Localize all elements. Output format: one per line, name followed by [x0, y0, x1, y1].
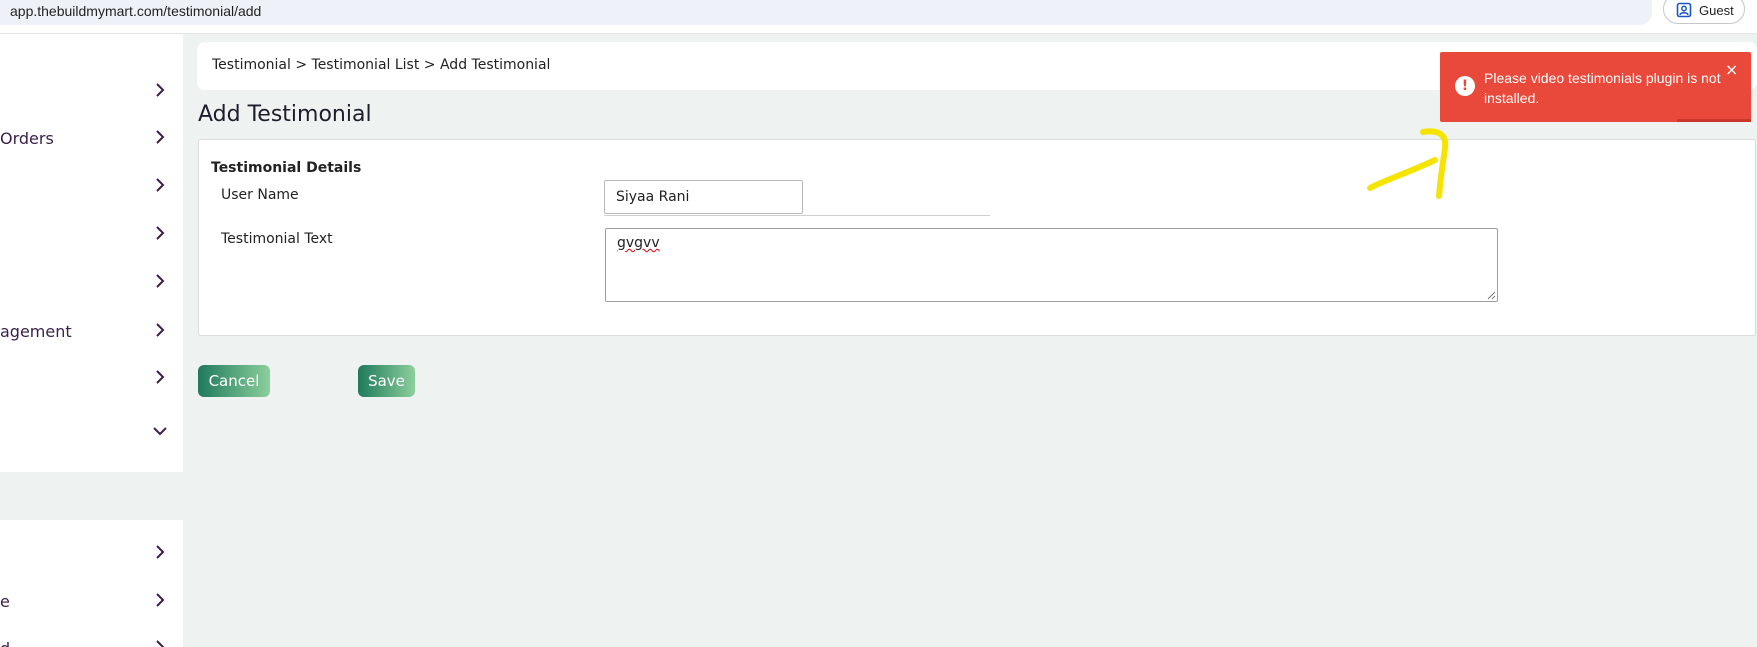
resize-grip-icon[interactable]	[1486, 290, 1496, 300]
chevron-right-icon	[156, 370, 165, 384]
main-content: Testimonial > Testimonial List > Add Tes…	[183, 34, 1757, 647]
sidebar-item-10[interactable]: e	[0, 581, 183, 621]
profile-icon	[1676, 2, 1692, 18]
chevron-right-icon	[156, 130, 165, 144]
sidebar-item-5[interactable]	[0, 262, 183, 302]
sidebar-item-label: e	[0, 592, 10, 611]
sidebar-item-4[interactable]	[0, 214, 183, 254]
testimonial-text-value: gvgvv	[617, 235, 660, 251]
testimonial-text-label: Testimonial Text	[221, 231, 333, 247]
profile-label: Guest	[1699, 3, 1734, 18]
testimonial-form: Testimonial Details User Name Testimonia…	[198, 139, 1756, 336]
url-text[interactable]: app.thebuildmymart.com/testimonial/add	[10, 3, 261, 19]
save-button[interactable]: Save	[358, 365, 415, 397]
sidebar-item-11[interactable]: d	[0, 628, 183, 647]
chevron-right-icon	[156, 545, 165, 559]
browser-toolbar: ⚟ app.thebuildmymart.com/testimonial/add…	[0, 0, 1757, 34]
toast-message: Please video testimonials plugin is not …	[1484, 70, 1721, 106]
error-toast: ! Please video testimonials plugin is no…	[1440, 52, 1751, 122]
page-title: Add Testimonial	[198, 102, 372, 127]
sidebar-item-label: agement	[0, 322, 72, 341]
sidebar-item-1[interactable]	[0, 71, 183, 111]
chevron-right-icon	[156, 274, 165, 288]
chevron-right-icon	[156, 178, 165, 192]
sidebar-item-orders[interactable]: Orders	[0, 118, 183, 158]
user-name-label: User Name	[221, 187, 299, 203]
sidebar-item-testimonial[interactable]	[0, 412, 183, 452]
sidebar-item-label: Orders	[0, 129, 54, 148]
chevron-right-icon	[156, 226, 165, 240]
sidebar: Orders agement e d	[0, 34, 183, 647]
sidebar-item-3[interactable]	[0, 166, 183, 206]
annotation-arrow-icon	[1367, 128, 1449, 199]
sidebar-item-management[interactable]: agement	[0, 311, 183, 351]
chevron-right-icon	[156, 593, 165, 607]
sidebar-active-item[interactable]	[0, 472, 183, 520]
section-title: Testimonial Details	[211, 160, 362, 176]
chevron-right-icon	[156, 640, 165, 647]
toast-progress-bar	[1677, 119, 1751, 122]
profile-button[interactable]: Guest	[1663, 0, 1745, 24]
error-icon: !	[1455, 76, 1475, 96]
cancel-button[interactable]: Cancel	[198, 365, 270, 397]
chevron-right-icon	[156, 323, 165, 337]
sidebar-item-label: d	[0, 639, 10, 647]
testimonial-text-input[interactable]: gvgvv	[605, 228, 1498, 302]
input-underline	[604, 215, 990, 216]
user-name-input[interactable]	[604, 180, 803, 214]
breadcrumb[interactable]: Testimonial > Testimonial List > Add Tes…	[212, 57, 550, 73]
sidebar-item-7[interactable]	[0, 358, 183, 398]
sidebar-item-9[interactable]	[0, 533, 183, 573]
close-icon[interactable]: ×	[1725, 60, 1738, 79]
chevron-down-icon	[153, 427, 167, 436]
chevron-right-icon	[156, 83, 165, 97]
address-bar[interactable]: ⚟ app.thebuildmymart.com/testimonial/add	[0, 0, 1652, 25]
